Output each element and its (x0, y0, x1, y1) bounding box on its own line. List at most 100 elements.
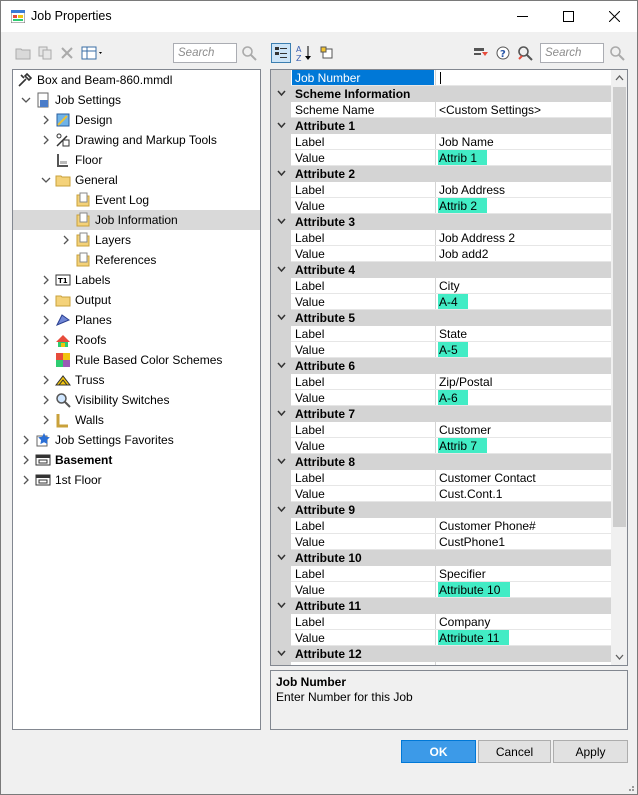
property-row-value[interactable]: Value A-6 (271, 390, 611, 406)
chevron-right-icon[interactable] (21, 434, 31, 446)
column-divider[interactable] (435, 438, 436, 454)
apply-button[interactable]: Apply (553, 740, 628, 763)
column-divider[interactable] (435, 374, 436, 390)
property-value[interactable]: Job Address (439, 183, 505, 197)
category-row-attribute-8[interactable]: Attribute 8 (271, 454, 611, 470)
property-value[interactable]: Attrib 7 (438, 438, 488, 453)
property-value[interactable]: Customer Phone# (439, 519, 536, 533)
property-row-job-number[interactable]: Job Number (271, 70, 611, 86)
column-divider[interactable] (435, 134, 436, 150)
column-divider[interactable] (435, 102, 436, 118)
category-row-attribute-1[interactable]: Attribute 1 (271, 118, 611, 134)
column-divider[interactable] (435, 246, 436, 262)
property-row-value[interactable]: Value Attrib 2 (271, 198, 611, 214)
tree-item-visibility-switches[interactable]: Visibility Switches (13, 390, 260, 410)
collapse-arrow-icon[interactable] (277, 458, 286, 465)
column-divider[interactable] (435, 342, 436, 358)
column-divider[interactable] (435, 486, 436, 502)
category-row-attribute-6[interactable]: Attribute 6 (271, 358, 611, 374)
grid-scrollbar[interactable] (611, 70, 627, 665)
column-divider[interactable] (435, 230, 436, 246)
tree-item-design[interactable]: Design (13, 110, 260, 130)
property-value[interactable]: Customer Contact (439, 471, 536, 485)
column-divider[interactable] (435, 150, 436, 166)
property-value[interactable]: Attrib 1 (438, 150, 488, 165)
property-value[interactable]: Job Name (439, 135, 494, 149)
column-divider[interactable] (435, 294, 436, 310)
resize-grip-icon[interactable] (625, 782, 635, 792)
tree-item-walls[interactable]: Walls (13, 410, 260, 430)
property-value[interactable]: Attribute 11 (438, 630, 510, 645)
tree-item-layers[interactable]: Layers (13, 230, 260, 250)
column-divider[interactable] (435, 630, 436, 646)
column-divider[interactable] (435, 422, 436, 438)
tree-item-job-settings-favorites[interactable]: Job Settings Favorites (13, 430, 260, 450)
categorized-view-icon[interactable] (271, 43, 291, 63)
property-row-label[interactable]: Label Job Address 2 (271, 230, 611, 246)
chevron-right-icon[interactable] (41, 294, 51, 306)
column-divider[interactable] (435, 70, 436, 86)
scroll-up-icon[interactable] (615, 74, 624, 83)
chevron-right-icon[interactable] (21, 474, 31, 486)
column-divider[interactable] (435, 198, 436, 214)
property-value[interactable]: City (439, 279, 460, 293)
property-value[interactable]: Company (439, 615, 490, 629)
column-divider[interactable] (435, 582, 436, 598)
chevron-right-icon[interactable] (61, 234, 71, 246)
copy-icon[interactable] (37, 45, 53, 61)
column-divider[interactable] (435, 662, 436, 665)
tree-item-references[interactable]: References (13, 250, 260, 270)
property-row-label[interactable]: Label Zip/Postal (271, 374, 611, 390)
tree-item-output[interactable]: Output (13, 290, 260, 310)
property-row-value[interactable]: Value Attribute 11 (271, 630, 611, 646)
tree-item-box-and-beam-860-mmdl[interactable]: Box and Beam-860.mmdl (13, 70, 260, 90)
property-row-label[interactable]: Label Company (271, 614, 611, 630)
chevron-right-icon[interactable] (41, 334, 51, 346)
collapse-arrow-icon[interactable] (277, 410, 286, 417)
property-row-label[interactable]: Label Job Name (271, 134, 611, 150)
scroll-thumb[interactable] (613, 87, 626, 527)
tree-item-1st-floor[interactable]: 1st Floor (13, 470, 260, 490)
chevron-down-icon[interactable] (21, 94, 31, 106)
category-row-attribute-5[interactable]: Attribute 5 (271, 310, 611, 326)
property-value[interactable]: Customer (439, 423, 491, 437)
chevron-right-icon[interactable] (41, 394, 51, 406)
chevron-right-icon[interactable] (41, 374, 51, 386)
chevron-right-icon[interactable] (41, 414, 51, 426)
collapse-arrow-icon[interactable] (277, 314, 286, 321)
grid-search-input[interactable]: Search (540, 43, 604, 63)
collapse-arrow-icon[interactable] (277, 170, 286, 177)
property-value[interactable]: CustPhone1 (439, 535, 505, 549)
filter-icon[interactable] (473, 45, 489, 61)
property-row-label[interactable]: Label State (271, 326, 611, 342)
tree-item-event-log[interactable]: Event Log (13, 190, 260, 210)
chevron-right-icon[interactable] (41, 114, 51, 126)
property-row-label[interactable]: Label Customer Phone# (271, 518, 611, 534)
property-value[interactable]: Zip/Postal (439, 375, 492, 389)
tree-item-labels[interactable]: T1 Labels (13, 270, 260, 290)
property-row-value[interactable]: Value A-4 (271, 294, 611, 310)
cancel-button[interactable]: Cancel (478, 740, 551, 763)
find-icon[interactable] (517, 45, 533, 61)
delete-icon[interactable] (59, 45, 75, 61)
property-row-label[interactable]: Label City (271, 278, 611, 294)
tree-item-rule-based-color-schemes[interactable]: Rule Based Color Schemes (13, 350, 260, 370)
collapse-arrow-icon[interactable] (277, 122, 286, 129)
category-row-attribute-9[interactable]: Attribute 9 (271, 502, 611, 518)
chevron-down-icon[interactable] (41, 174, 51, 186)
collapse-arrow-icon[interactable] (277, 650, 286, 657)
column-divider[interactable] (435, 566, 436, 582)
property-row-label[interactable]: Label Specifier (271, 566, 611, 582)
chevron-right-icon[interactable] (41, 314, 51, 326)
chevron-right-icon[interactable] (21, 454, 31, 466)
property-row-label[interactable]: Label Job Address (271, 182, 611, 198)
column-divider[interactable] (435, 470, 436, 486)
property-value[interactable]: A-6 (438, 390, 468, 405)
property-row-value[interactable]: Value Attrib 7 (271, 438, 611, 454)
collapse-arrow-icon[interactable] (277, 266, 286, 273)
maximize-button[interactable] (545, 1, 591, 32)
collapse-arrow-icon[interactable] (277, 554, 286, 561)
property-value[interactable]: State (439, 327, 467, 341)
property-value[interactable]: Specifier (439, 567, 486, 581)
collapse-arrow-icon[interactable] (277, 362, 286, 369)
